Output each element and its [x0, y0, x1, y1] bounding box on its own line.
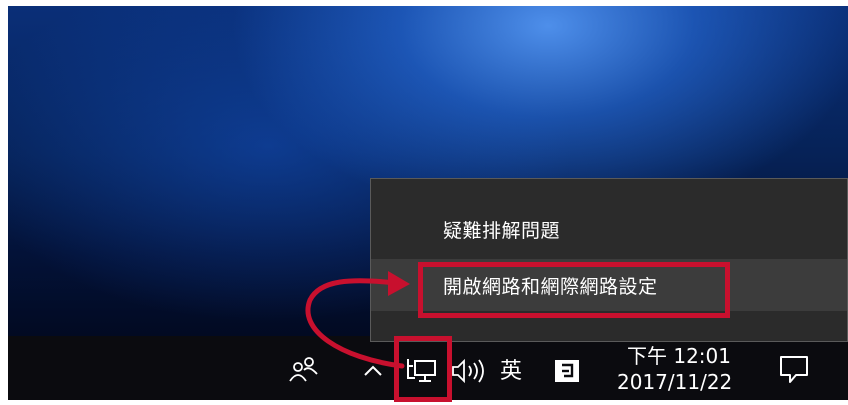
annotation-arrow — [305, 271, 410, 369]
